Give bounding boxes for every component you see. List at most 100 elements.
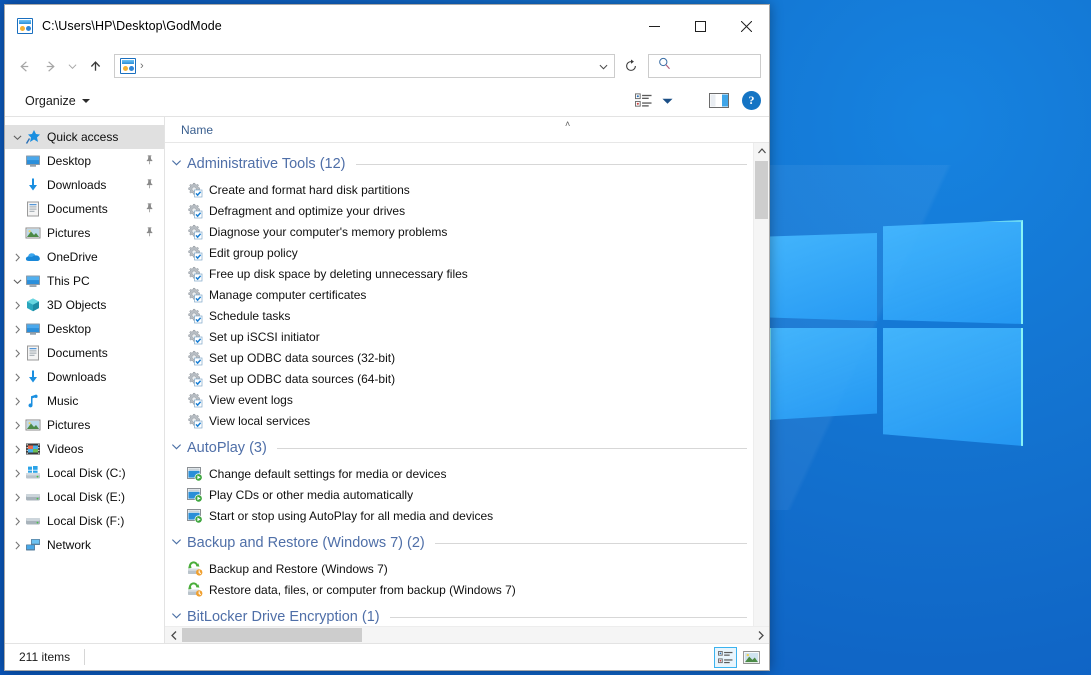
chevron-right-icon[interactable]	[9, 421, 25, 430]
list-item[interactable]: Diagnose your computer's memory problems	[165, 221, 753, 242]
chevron-right-icon[interactable]	[9, 373, 25, 382]
list-item[interactable]: Set up ODBC data sources (32-bit)	[165, 347, 753, 368]
scroll-up-button[interactable]	[754, 143, 769, 159]
sidebar-item-pictures[interactable]: Pictures	[5, 413, 164, 437]
vertical-scrollbar-thumb[interactable]	[755, 161, 768, 219]
chevron-right-icon[interactable]	[9, 253, 25, 262]
group-header[interactable]: BitLocker Drive Encryption (1)	[165, 602, 753, 626]
list-item[interactable]: View event logs	[165, 389, 753, 410]
scroll-left-button[interactable]	[165, 627, 182, 643]
videos-icon	[25, 441, 41, 457]
list-item[interactable]: Manage computer certificates	[165, 284, 753, 305]
details-view-button[interactable]	[714, 646, 737, 668]
sidebar-item-music[interactable]: Music	[5, 389, 164, 413]
breadcrumb-separator[interactable]: ›	[140, 60, 144, 72]
pin-icon[interactable]	[140, 152, 158, 170]
sidebar-item-downloads[interactable]: Downloads	[5, 173, 164, 197]
list-item[interactable]: Play CDs or other media automatically	[165, 484, 753, 505]
sidebar-item-label: Pictures	[47, 418, 91, 432]
sidebar-item-videos[interactable]: Videos	[5, 437, 164, 461]
view-options-dropdown[interactable]	[658, 89, 677, 113]
chevron-right-icon[interactable]	[9, 517, 25, 526]
column-header-row[interactable]: Name ˄	[165, 117, 769, 143]
sidebar-item-documents[interactable]: Documents	[5, 197, 164, 221]
back-button[interactable]	[11, 53, 37, 79]
sidebar-item-this-pc[interactable]: This PC	[5, 269, 164, 293]
view-options-button[interactable]	[631, 89, 656, 113]
sidebar-item-downloads[interactable]: Downloads	[5, 365, 164, 389]
address-bar[interactable]: ›	[114, 54, 615, 78]
chevron-right-icon[interactable]	[9, 445, 25, 454]
chevron-right-icon[interactable]	[9, 325, 25, 334]
vertical-scrollbar[interactable]	[753, 143, 769, 626]
admin-tools-icon	[187, 413, 203, 429]
list-item[interactable]: Create and format hard disk partitions	[165, 179, 753, 200]
file-list[interactable]: Administrative Tools (12) Create and form…	[165, 143, 753, 626]
sidebar-item-pictures[interactable]: Pictures	[5, 221, 164, 245]
sidebar-item-network[interactable]: Network	[5, 533, 164, 557]
sidebar-item-local-disk-e[interactable]: Local Disk (E:)	[5, 485, 164, 509]
chevron-right-icon[interactable]	[9, 541, 25, 550]
search-input[interactable]	[675, 59, 755, 73]
chevron-right-icon[interactable]	[9, 349, 25, 358]
file-explorer-window: C:\Users\HP\Desktop\GodMode › Organize ?…	[4, 4, 770, 671]
horizontal-scrollbar[interactable]	[165, 626, 769, 643]
sidebar-item-documents[interactable]: Documents	[5, 341, 164, 365]
list-item[interactable]: Backup and Restore (Windows 7)	[165, 558, 753, 579]
chevron-right-icon[interactable]	[9, 397, 25, 406]
sidebar-item-local-disk-c[interactable]: Local Disk (C:)	[5, 461, 164, 485]
forward-button[interactable]	[37, 53, 63, 79]
navigation-pane[interactable]: Quick access Desktop Downloads Documents Pic…	[5, 117, 165, 643]
list-item[interactable]: Set up ODBC data sources (64-bit)	[165, 368, 753, 389]
group-header[interactable]: Administrative Tools (12)	[165, 149, 753, 179]
large-icons-view-button[interactable]	[740, 647, 763, 668]
preview-pane-button[interactable]	[705, 89, 733, 113]
list-item[interactable]: Set up iSCSI initiator	[165, 326, 753, 347]
group-title: BitLocker Drive Encryption (1)	[187, 609, 380, 625]
minimize-button[interactable]	[631, 5, 677, 47]
organize-button[interactable]: Organize	[19, 91, 96, 111]
scroll-right-button[interactable]	[752, 627, 769, 643]
list-item[interactable]: Free up disk space by deleting unnecessa…	[165, 263, 753, 284]
pin-icon[interactable]	[140, 224, 158, 242]
chevron-right-icon[interactable]	[9, 301, 25, 310]
list-item[interactable]: Defragment and optimize your drives	[165, 200, 753, 221]
pin-icon[interactable]	[140, 200, 158, 218]
godmode-folder-icon	[120, 58, 136, 74]
onedrive-icon	[25, 249, 41, 265]
search-box[interactable]	[648, 54, 761, 78]
list-item[interactable]: Change default settings for media or dev…	[165, 463, 753, 484]
chevron-down-icon[interactable]	[171, 441, 187, 455]
horizontal-scrollbar-track[interactable]	[182, 627, 752, 643]
recent-locations-button[interactable]	[63, 53, 82, 79]
list-item[interactable]: Edit group policy	[165, 242, 753, 263]
sidebar-item-3d-objects[interactable]: 3D Objects	[5, 293, 164, 317]
chevron-right-icon[interactable]	[9, 469, 25, 478]
chevron-down-icon[interactable]	[171, 610, 187, 624]
chevron-down-icon[interactable]	[594, 55, 612, 77]
maximize-button[interactable]	[677, 5, 723, 47]
chevron-down-icon[interactable]	[9, 277, 25, 286]
group-header[interactable]: AutoPlay (3)	[165, 433, 753, 463]
sidebar-item-local-disk-f[interactable]: Local Disk (F:)	[5, 509, 164, 533]
chevron-down-icon[interactable]	[171, 157, 187, 171]
close-button[interactable]	[723, 5, 769, 47]
horizontal-scrollbar-thumb[interactable]	[182, 628, 362, 642]
pin-icon[interactable]	[140, 176, 158, 194]
group-header[interactable]: Backup and Restore (Windows 7) (2)	[165, 528, 753, 558]
list-item[interactable]: Restore data, files, or computer from ba…	[165, 579, 753, 600]
list-item[interactable]: View local services	[165, 410, 753, 431]
help-button[interactable]: ?	[742, 91, 761, 110]
list-item[interactable]: Schedule tasks	[165, 305, 753, 326]
up-button[interactable]	[82, 53, 108, 79]
list-item[interactable]: Start or stop using AutoPlay for all med…	[165, 505, 753, 526]
sidebar-item-desktop[interactable]: Desktop	[5, 149, 164, 173]
chevron-down-icon[interactable]	[9, 133, 25, 142]
chevron-right-icon[interactable]	[9, 493, 25, 502]
sidebar-item-desktop[interactable]: Desktop	[5, 317, 164, 341]
column-header-name[interactable]: Name	[165, 123, 213, 137]
chevron-down-icon[interactable]	[171, 536, 187, 550]
sidebar-item-onedrive[interactable]: OneDrive	[5, 245, 164, 269]
refresh-button[interactable]	[619, 54, 643, 78]
sidebar-item-quick-access[interactable]: Quick access	[5, 125, 164, 149]
